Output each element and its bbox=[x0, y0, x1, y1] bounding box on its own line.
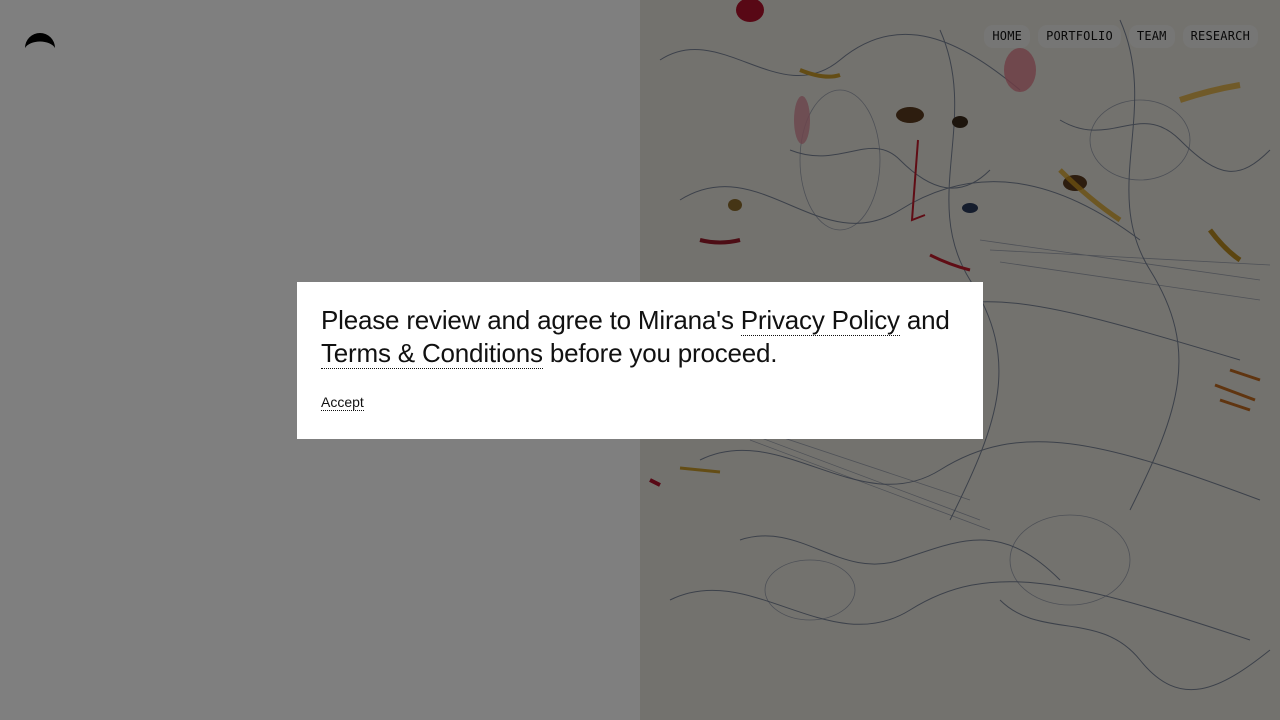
privacy-policy-link[interactable]: Privacy Policy bbox=[740, 305, 900, 336]
accept-button[interactable]: Accept bbox=[321, 394, 364, 411]
consent-modal: Please review and agree to Mirana's Priv… bbox=[297, 282, 983, 439]
terms-conditions-link[interactable]: Terms & Conditions bbox=[321, 338, 543, 369]
consent-message: Please review and agree to Mirana's Priv… bbox=[321, 304, 959, 370]
consent-message-part3: before you proceed. bbox=[542, 338, 778, 368]
consent-message-part1: Please review and agree to Mirana's bbox=[321, 305, 741, 335]
consent-message-part2: and bbox=[899, 305, 950, 335]
